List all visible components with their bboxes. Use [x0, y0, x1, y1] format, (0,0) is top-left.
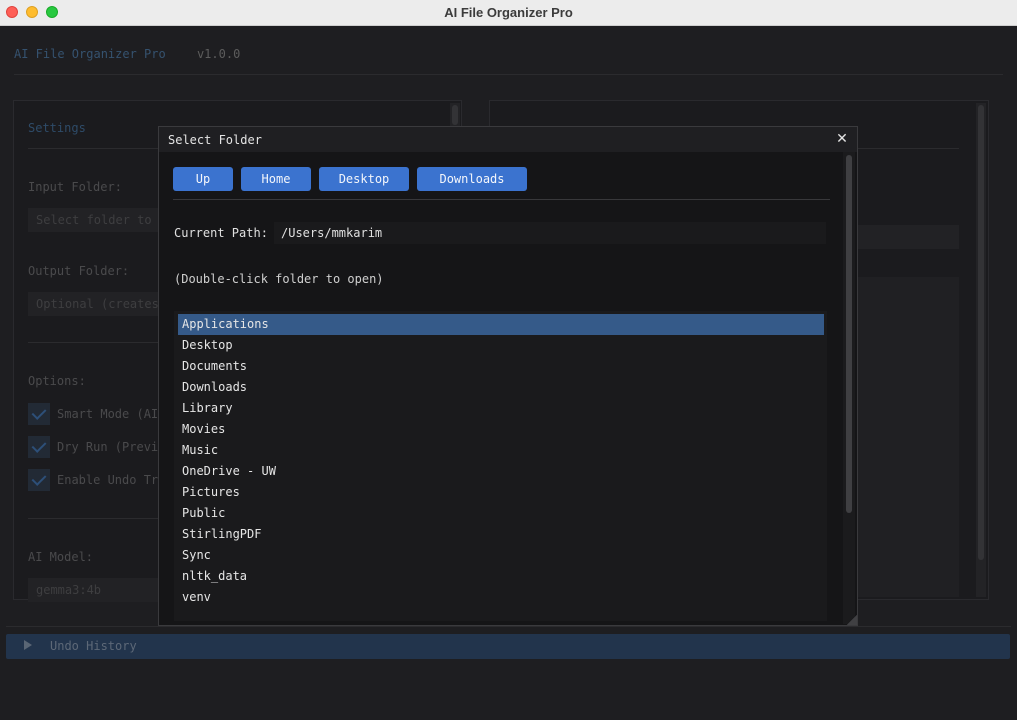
current-path-value: /Users/mmkarim — [281, 226, 383, 240]
dialog-titlebar[interactable]: Select Folder ✕ — [159, 127, 857, 152]
folder-item[interactable]: Documents — [178, 356, 824, 377]
desktop-button[interactable]: Desktop — [319, 167, 409, 191]
folder-item[interactable]: OneDrive - UW — [178, 461, 824, 482]
double-click-hint: (Double-click folder to open) — [174, 272, 384, 286]
window-title: AI File Organizer Pro — [444, 5, 573, 20]
activity-scrollbar[interactable] — [976, 103, 986, 597]
dialog-title: Select Folder — [168, 133, 262, 147]
up-button[interactable]: Up — [173, 167, 233, 191]
input-folder-label: Input Folder: — [28, 180, 122, 194]
close-icon[interactable]: ✕ — [835, 130, 849, 148]
folder-item[interactable]: StirlingPDF — [178, 524, 824, 545]
folder-item[interactable]: Downloads — [178, 377, 824, 398]
output-folder-label: Output Folder: — [28, 264, 130, 278]
app-name: AI File Organizer Pro — [14, 47, 166, 61]
footer-divider — [6, 626, 1011, 627]
folder-list[interactable]: Applications Desktop Documents Downloads… — [174, 311, 827, 621]
downloads-button[interactable]: Downloads — [417, 167, 527, 191]
current-path-field: /Users/mmkarim — [274, 222, 826, 244]
header-divider — [14, 74, 1003, 75]
folder-item[interactable]: nltk_data — [178, 566, 824, 587]
folder-item[interactable]: venv — [178, 587, 824, 608]
undo-history-label: Undo History — [50, 639, 137, 653]
folder-item[interactable]: Desktop — [178, 335, 824, 356]
app-version: v1.0.0 — [196, 47, 241, 61]
undo-tracking-checkbox[interactable] — [28, 469, 50, 491]
settings-title: Settings — [28, 121, 86, 135]
smart-mode-checkbox[interactable] — [28, 403, 50, 425]
folder-item[interactable]: Public — [178, 503, 824, 524]
settings-scrollbar-thumb[interactable] — [452, 105, 458, 125]
ai-model-label: AI Model: — [28, 550, 94, 564]
folder-item[interactable]: Movies — [178, 419, 824, 440]
smart-mode-label: Smart Mode (AI — [57, 407, 159, 421]
select-folder-dialog: Select Folder ✕ Up Home Desktop Download… — [158, 126, 858, 626]
folder-item[interactable]: Music — [178, 440, 824, 461]
folder-item[interactable]: Applications — [178, 314, 824, 335]
expand-arrow-icon — [24, 640, 32, 650]
dialog-divider — [173, 199, 830, 200]
resize-grip-icon[interactable] — [847, 615, 857, 625]
home-button[interactable]: Home — [241, 167, 311, 191]
dry-run-label: Dry Run (Previe — [57, 440, 166, 454]
current-path-label: Current Path: — [174, 226, 268, 240]
dry-run-checkbox[interactable] — [28, 436, 50, 458]
app-header: AI File Organizer Pro v1.0.0 — [14, 47, 240, 61]
dialog-scrollbar-thumb[interactable] — [846, 155, 852, 513]
window-titlebar: AI File Organizer Pro — [0, 0, 1017, 26]
folder-item[interactable]: Library — [178, 398, 824, 419]
activity-scrollbar-thumb[interactable] — [978, 105, 984, 560]
folder-item[interactable]: Pictures — [178, 482, 824, 503]
folder-item[interactable]: Sync — [178, 545, 824, 566]
dialog-scrollbar[interactable] — [843, 152, 855, 624]
undo-history-header[interactable]: Undo History — [6, 634, 1010, 659]
undo-tracking-label: Enable Undo Tra — [57, 473, 166, 487]
options-label: Options: — [28, 374, 86, 388]
